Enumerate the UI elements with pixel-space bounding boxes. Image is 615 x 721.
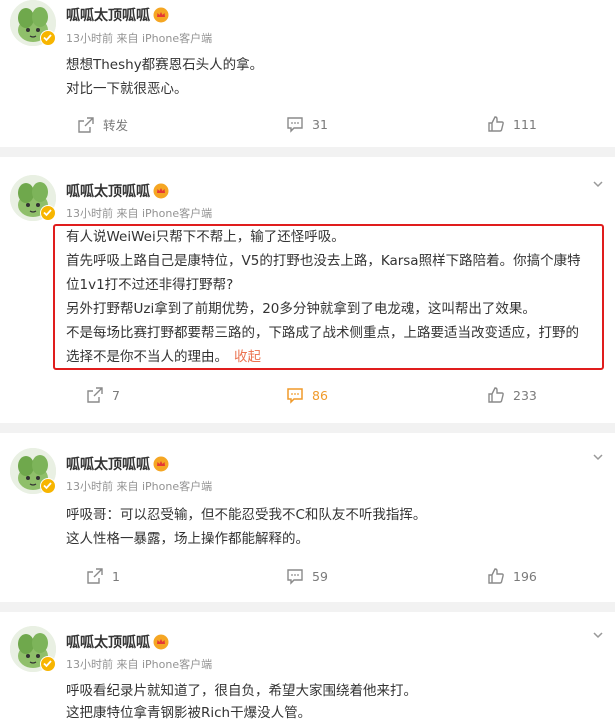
author-name-text[interactable]: 呱呱太顶呱呱 <box>66 635 150 651</box>
share-button[interactable]: 1 <box>86 567 120 585</box>
comment-line: 呼吸看纪录片就知道了，很自负，希望大家围绕着他来打。 <box>66 683 417 699</box>
comment-button[interactable]: 31 <box>286 115 328 133</box>
like-button[interactable]: 111 <box>487 115 537 133</box>
author-name[interactable]: 呱呱太顶呱呱 <box>66 454 169 474</box>
author-name-text[interactable]: 呱呱太顶呱呱 <box>66 184 150 200</box>
author-name-text[interactable]: 呱呱太顶呱呱 <box>66 457 150 473</box>
comment-line: 这把康特位拿青钢影被Rich干爆没人管。 <box>66 705 312 721</box>
verified-badge <box>40 30 56 46</box>
author-name[interactable]: 呱呱太顶呱呱 <box>66 5 169 25</box>
post-2: 呱呱太顶呱呱 13小时前 来自 iPhone客户端 有人说WeiWei只帮下不帮… <box>0 157 615 423</box>
crown-badge-icon <box>153 634 169 650</box>
like-button[interactable]: 233 <box>487 386 537 404</box>
share-count: 1 <box>112 568 120 584</box>
comment-line: 这人性格一暴露，场上操作都能解释的。 <box>66 531 309 547</box>
verified-badge <box>40 478 56 494</box>
chevron-down-icon[interactable] <box>591 628 605 642</box>
share-icon <box>87 568 103 584</box>
like-count: 196 <box>513 568 537 584</box>
post-meta: 13小时前 来自 iPhone客户端 <box>66 32 213 45</box>
share-count: 7 <box>112 387 120 403</box>
verified-badge <box>40 205 56 221</box>
post-meta: 13小时前 来自 iPhone客户端 <box>66 207 213 220</box>
highlight-box <box>53 224 604 370</box>
chevron-down-icon[interactable] <box>591 450 605 464</box>
crown-badge-icon <box>153 456 169 472</box>
post-separator <box>0 602 615 612</box>
post-1: 呱呱太顶呱呱 13小时前 来自 iPhone客户端 想想Theshy都赛恩石头人… <box>0 0 615 147</box>
share-icon <box>87 387 103 403</box>
chevron-down-icon[interactable] <box>591 177 605 191</box>
share-icon <box>78 116 94 133</box>
post-3: 呱呱太顶呱呱 13小时前 来自 iPhone客户端 呼吸哥：可以忍受输，但不能忍… <box>0 433 615 602</box>
like-icon <box>488 387 504 403</box>
comment-line: 呼吸哥：可以忍受输，但不能忍受我不C和队友不听我指挥。 <box>66 507 427 523</box>
comment-count: 59 <box>312 568 328 584</box>
like-icon <box>488 568 504 584</box>
comment-icon <box>287 569 303 585</box>
comment-count: 31 <box>312 116 328 132</box>
post-meta: 13小时前 来自 iPhone客户端 <box>66 480 213 493</box>
comment-icon <box>287 117 303 133</box>
verified-badge <box>40 656 56 672</box>
crown-badge-icon <box>153 183 169 199</box>
comment-line: 想想Theshy都赛恩石头人的拿。 <box>66 57 264 73</box>
author-name[interactable]: 呱呱太顶呱呱 <box>66 181 169 201</box>
like-count: 233 <box>513 387 537 403</box>
author-name-text[interactable]: 呱呱太顶呱呱 <box>66 8 150 24</box>
share-button[interactable]: 7 <box>86 386 120 404</box>
like-count: 111 <box>513 116 537 132</box>
comment-count: 86 <box>312 387 328 403</box>
post-meta: 13小时前 来自 iPhone客户端 <box>66 658 213 671</box>
post-4: 呱呱太顶呱呱 13小时前 来自 iPhone客户端 呼吸看纪录片就知道了，很自负… <box>0 612 615 721</box>
comment-line: 对比一下就很恶心。 <box>66 81 188 97</box>
post-separator <box>0 147 615 157</box>
comment-button[interactable]: 59 <box>286 567 328 585</box>
post-separator <box>0 423 615 433</box>
comment-icon <box>287 388 303 404</box>
share-label: 转发 <box>103 118 129 133</box>
like-button[interactable]: 196 <box>487 567 537 585</box>
crown-badge-icon <box>153 7 169 23</box>
author-name[interactable]: 呱呱太顶呱呱 <box>66 632 169 652</box>
like-icon <box>488 116 504 132</box>
comment-button[interactable]: 86 <box>286 386 328 404</box>
share-button[interactable]: 转发 <box>77 115 128 134</box>
